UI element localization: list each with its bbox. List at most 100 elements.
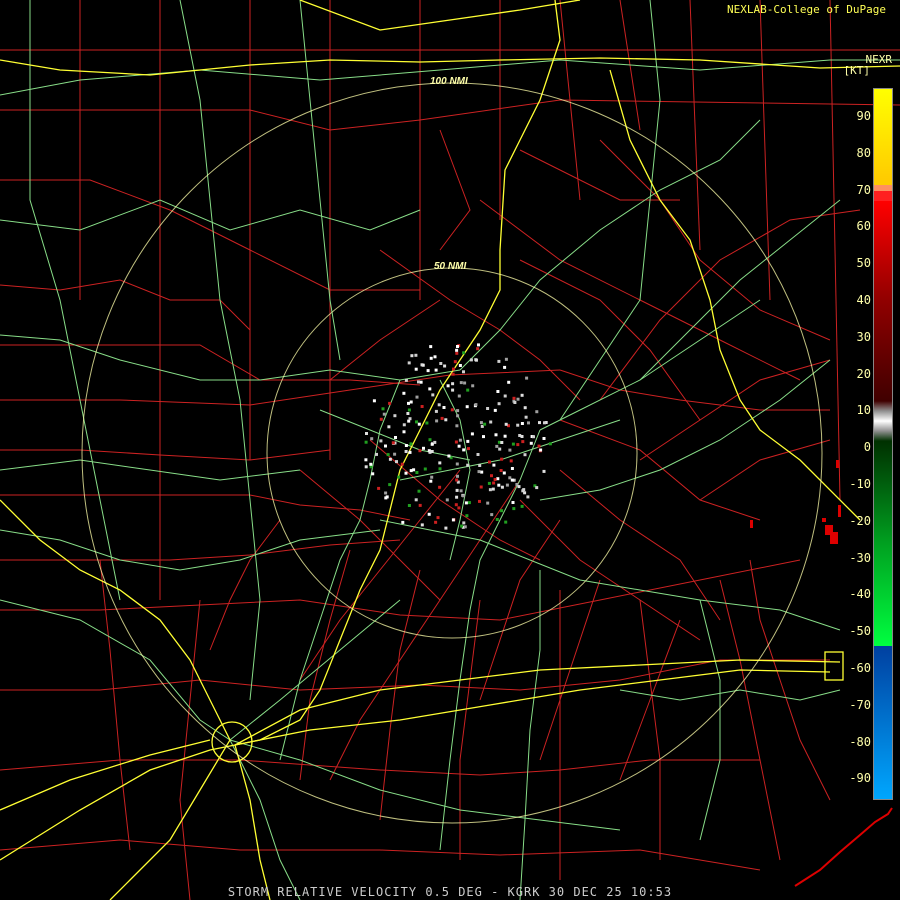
echo-pixel (469, 358, 473, 362)
echo-pixel (462, 521, 466, 525)
echo-pixel (404, 444, 408, 447)
scale-tick-label: 80 (856, 145, 871, 160)
echo-pixel (538, 421, 541, 425)
echo-pixel (504, 422, 508, 426)
echo-pixel (417, 380, 420, 384)
echo-pixel (364, 458, 368, 462)
echo-pixel (477, 343, 480, 347)
echo-pixel (500, 485, 504, 489)
echo-pixel (407, 361, 411, 365)
echo-pixel (409, 400, 413, 404)
echo-pixel (464, 501, 468, 505)
echo-pixel (393, 452, 397, 456)
radar-map: 100 NMI 50 NMI (0, 0, 900, 900)
echo-pixel (422, 446, 425, 450)
echo-pixel (496, 477, 500, 481)
echo-pixel (438, 467, 442, 471)
echo-pixel (381, 407, 385, 411)
county-boundaries (0, 0, 900, 900)
echo-pixel (539, 448, 543, 452)
echo-pixel (490, 474, 493, 478)
echo-pixel (417, 489, 421, 493)
echo-pixel (490, 513, 494, 517)
echo-pixel (495, 444, 499, 448)
echo-pixel (497, 483, 501, 487)
echo-pixel (430, 475, 434, 479)
ring-label-50: 50 NMI (434, 261, 466, 272)
echo-pixel (461, 494, 465, 498)
echo-pixel (426, 369, 430, 373)
echo-pixel (420, 363, 424, 367)
echo-pixel (493, 478, 497, 481)
echo-pixel (527, 421, 530, 425)
echo-pixel (443, 364, 447, 368)
echo-pixel (503, 394, 507, 398)
velocity-color-scale (873, 88, 893, 800)
echo-pixel (460, 524, 464, 528)
echo-pixel (418, 503, 422, 507)
echo-pixel (436, 516, 440, 520)
echo-pixel (435, 419, 439, 423)
echo-pixel (400, 462, 404, 466)
echo-pixel (491, 487, 495, 491)
echo-pixel (415, 471, 419, 474)
echo-pixel (509, 459, 513, 463)
echo-pixel (409, 469, 413, 473)
echo-pixel (511, 501, 515, 504)
echo-pixel (523, 406, 527, 410)
echo-pixel (456, 409, 460, 413)
echo-pixel (465, 405, 469, 409)
echo-pixel (438, 485, 442, 489)
echo-pixel (447, 454, 451, 458)
echo-pixel (437, 403, 441, 407)
echo-pixel (453, 360, 457, 364)
echo-pixel (434, 520, 438, 524)
echo-pixel (520, 435, 524, 438)
echo-pixel (486, 407, 490, 410)
echo-pixel (507, 380, 511, 384)
echo-pixel (451, 372, 455, 376)
echo-pixel (542, 469, 546, 473)
echo-pixel (455, 495, 459, 499)
scale-tick-label: 40 (856, 293, 871, 307)
echo-pixel (462, 370, 465, 374)
echo-pixel (428, 438, 432, 442)
scale-tick-label: -60 (849, 661, 871, 675)
echo-pixel (463, 525, 467, 529)
echo-pixel (543, 421, 546, 425)
echo-pixel (486, 501, 490, 505)
echo-pixel (455, 348, 459, 352)
echo-pixel (454, 440, 458, 444)
echo-pixel (454, 503, 458, 507)
echo-pixel (516, 423, 520, 427)
echo-pixel (388, 401, 392, 405)
echo-pixel (455, 488, 459, 492)
echo-pixel (410, 354, 414, 358)
echo-pixel (526, 495, 530, 499)
echo-pixel (510, 478, 514, 482)
echo-pixel (408, 450, 412, 454)
echo-pixel (500, 509, 504, 513)
echo-pixel (467, 501, 471, 505)
east-edge-returns (750, 460, 841, 544)
echo-pixel (395, 460, 398, 464)
echo-pixel (482, 435, 485, 439)
echo-pixel (535, 410, 539, 414)
echo-pixel (516, 397, 520, 401)
echo-pixel (387, 425, 391, 429)
scale-tick-label: 10 (856, 403, 871, 418)
echo-pixel (393, 414, 397, 418)
echo-pixel (458, 438, 462, 442)
echo-pixel (496, 390, 500, 393)
echo-pixel (427, 512, 431, 516)
echo-pixel (463, 381, 467, 385)
echo-pixel (457, 444, 461, 448)
echo-pixel (444, 418, 448, 422)
echo-pixel (479, 421, 483, 425)
echo-pixel (431, 393, 435, 397)
echo-pixel (500, 457, 504, 461)
echo-pixel (418, 449, 422, 453)
product-caption: STORM RELATIVE VELOCITY 0.5 DEG - KGRK 3… (227, 885, 673, 899)
scale-tick-label: -10 (849, 477, 871, 491)
echo-pixel (521, 440, 525, 444)
